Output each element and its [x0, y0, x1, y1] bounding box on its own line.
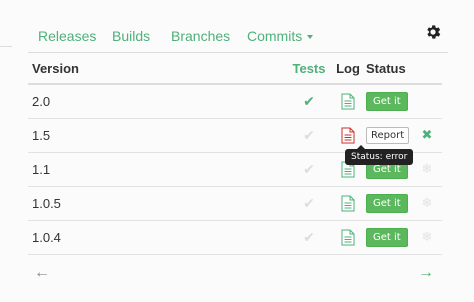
pending-icon: ❄	[421, 229, 433, 244]
check-icon: ✔	[303, 194, 315, 211]
header-tests[interactable]: Tests	[286, 54, 332, 85]
version-cell: 2.0	[28, 83, 286, 118]
close-icon[interactable]: ✖	[422, 127, 433, 142]
check-icon: ✔	[303, 228, 315, 245]
get-it-button[interactable]: Get it	[366, 193, 408, 213]
header-actions	[412, 54, 442, 85]
tab-releases[interactable]: Releases	[38, 28, 96, 44]
log-file-icon[interactable]	[341, 229, 355, 246]
prev-page-arrow[interactable]: ←	[34, 264, 50, 282]
nav-tabs: Releases Builds Branches Commits	[28, 23, 448, 53]
gear-icon[interactable]	[424, 23, 442, 41]
version-cell: 1.0.4	[28, 219, 286, 255]
log-file-icon[interactable]	[341, 195, 355, 212]
status-tooltip: Status: error	[345, 145, 414, 165]
header-log: Log	[332, 54, 364, 85]
tab-builds[interactable]: Builds	[112, 28, 150, 44]
report-button[interactable]: Report	[366, 127, 410, 144]
chevron-down-icon[interactable]	[307, 35, 313, 39]
table-row: 2.0 ✔ Get it	[28, 83, 442, 118]
next-page-arrow[interactable]: →	[418, 264, 434, 282]
log-file-icon[interactable]	[341, 93, 355, 110]
pending-icon: ❄	[421, 161, 433, 176]
table-row: 1.5 ✔ Report ✖	[28, 117, 442, 152]
table-header-row: Version Tests Log Status	[28, 54, 442, 85]
get-it-button[interactable]: Get it	[366, 91, 408, 111]
page-divider	[0, 46, 12, 47]
tab-commits[interactable]: Commits	[247, 28, 302, 44]
version-cell: 1.0.5	[28, 185, 286, 220]
version-cell: 1.5	[28, 117, 286, 152]
header-status: Status	[364, 54, 412, 85]
check-icon: ✔	[303, 92, 315, 109]
table-row: 1.0.5 ✔ Get it ❄	[28, 185, 442, 220]
check-icon: ✔	[303, 126, 315, 143]
table-row: 1.0.4 ✔ Get it ❄	[28, 219, 442, 255]
header-version: Version	[28, 54, 286, 85]
tab-branches[interactable]: Branches	[171, 28, 230, 44]
pending-icon: ❄	[421, 195, 433, 210]
log-file-error-icon[interactable]	[341, 127, 355, 144]
get-it-button[interactable]: Get it	[366, 227, 408, 247]
check-icon: ✔	[303, 160, 315, 177]
version-cell: 1.1	[28, 151, 286, 186]
